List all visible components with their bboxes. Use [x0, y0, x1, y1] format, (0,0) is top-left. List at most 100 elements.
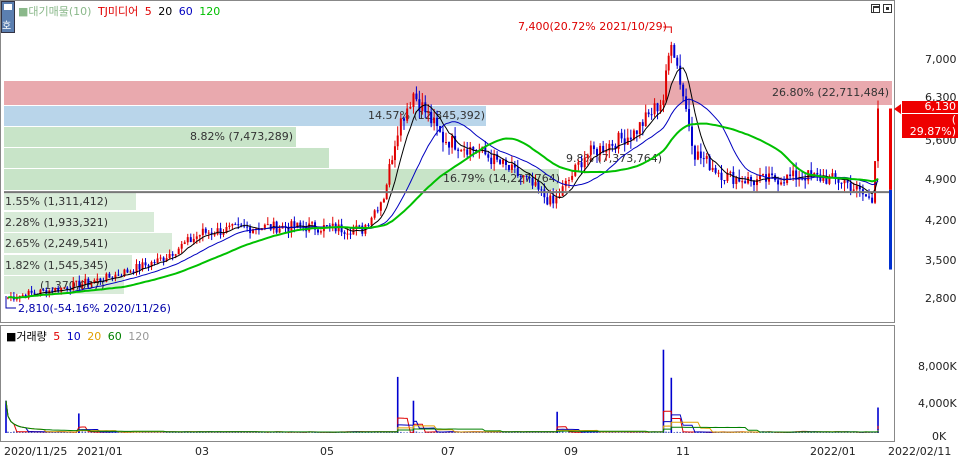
candle-body: [540, 189, 543, 191]
legend-stock-name[interactable]: TJ미디어: [98, 3, 138, 19]
candle-body: [549, 195, 552, 205]
legend-vol-ma10[interactable]: 10: [67, 330, 81, 343]
candle-body: [752, 180, 755, 186]
volume-bar: [478, 432, 481, 433]
candle-body: [379, 202, 382, 211]
vol-tick-8000k: 8,000K: [918, 360, 957, 373]
price-legend: ■대기매물(10) TJ미디어 5 20 60 120: [18, 3, 223, 19]
candle-body: [510, 164, 513, 170]
candle-body: [192, 238, 195, 243]
candle-body: [673, 44, 676, 58]
candle-body: [346, 233, 349, 235]
candle-body: [487, 154, 490, 158]
candle-body: [840, 182, 843, 184]
volume-bar: [18, 432, 21, 433]
candle-body: [662, 100, 665, 106]
candle-body: [21, 294, 24, 296]
candle-body: [777, 180, 780, 185]
legend-ma5[interactable]: 5: [145, 5, 152, 18]
volume-bar: [264, 432, 266, 433]
legend-vol-ma5[interactable]: 5: [53, 330, 60, 343]
candle-body: [644, 112, 647, 126]
candle-body: [361, 225, 364, 234]
candle-body: [702, 158, 705, 160]
candle-body: [589, 145, 592, 155]
high-annotation: 7,400(20.72% 2021/10/29): [518, 20, 667, 33]
candle-body: [531, 177, 534, 186]
candle-body: [564, 180, 567, 187]
candle-body: [783, 182, 786, 184]
candle-body: [433, 117, 436, 124]
candle-body: [647, 112, 650, 115]
legend-vol-ma20[interactable]: 20: [87, 330, 101, 343]
candle-body: [219, 228, 222, 235]
legend-ma60[interactable]: 60: [179, 5, 193, 18]
candle-body: [670, 44, 673, 56]
legend-vol-ma60[interactable]: 60: [108, 330, 122, 343]
right-price-bar-down: [889, 189, 892, 270]
x-tick-05: 05: [320, 445, 334, 458]
candle-body: [403, 118, 406, 121]
volume-bar: [400, 431, 402, 433]
legend-ma120[interactable]: 120: [199, 5, 220, 18]
x-tick-end: 2022/02/11: [888, 445, 952, 458]
candle-body: [75, 280, 78, 282]
candle-body: [198, 235, 201, 237]
candle-body: [316, 229, 319, 233]
candle-body: [720, 172, 723, 181]
volume-bar: [144, 432, 147, 433]
candle-body: [186, 237, 189, 243]
volume-bar: [84, 431, 87, 433]
candle-body: [877, 108, 879, 162]
legend-ma20[interactable]: 20: [158, 5, 172, 18]
candle-body: [93, 280, 96, 283]
candle-body: [653, 103, 656, 115]
candle-body: [117, 274, 120, 276]
y-tick-2800: 2,800: [925, 292, 957, 305]
x-tick-2022-01: 2022/01: [810, 445, 856, 458]
candle-body: [153, 262, 156, 264]
candle-body: [84, 278, 87, 284]
candle-body: [63, 287, 66, 289]
candle-body: [656, 103, 659, 112]
candle-body: [168, 253, 171, 259]
candle-body: [311, 222, 314, 224]
candle-body: [685, 96, 688, 109]
candle-body: [189, 237, 192, 243]
candle-body: [463, 149, 466, 151]
candle-body: [183, 242, 186, 244]
panel-toggle-button[interactable]: 호: [1, 1, 15, 33]
vol-ma5-line: [5, 400, 879, 433]
candle-body: [665, 70, 668, 101]
legend-vol-ma120[interactable]: 120: [128, 330, 149, 343]
candle-body: [237, 224, 240, 226]
volume-bar: [81, 431, 84, 433]
candle-body: [42, 289, 45, 291]
candle-body: [735, 177, 738, 184]
candle-body: [266, 224, 269, 226]
candle-body: [204, 228, 207, 233]
candle-body: [641, 122, 644, 126]
vol-ma60-line: [5, 400, 879, 433]
candle-body: [596, 149, 599, 156]
candle-body: [522, 175, 525, 177]
y-tick-3500: 3,500: [925, 254, 957, 267]
price-panel-close-icon[interactable]: [883, 4, 892, 13]
candle-body: [451, 135, 454, 148]
candle-body: [507, 164, 510, 170]
candle-body: [592, 145, 595, 150]
candle-body: [874, 161, 877, 203]
y-tick-7000: 7,000: [925, 53, 957, 66]
candle-body: [771, 173, 774, 176]
volume-bar: [418, 432, 421, 433]
candle-body: [699, 151, 702, 159]
price-panel-maximize-icon[interactable]: [871, 4, 880, 13]
candle-body: [756, 179, 759, 186]
legend-volume[interactable]: ■거래량: [6, 328, 47, 344]
candle-body: [272, 221, 275, 230]
candle-body: [525, 175, 528, 178]
candle-body: [144, 262, 147, 266]
candle-body: [367, 224, 370, 226]
candle-body: [723, 180, 726, 182]
candle-body: [396, 135, 399, 147]
